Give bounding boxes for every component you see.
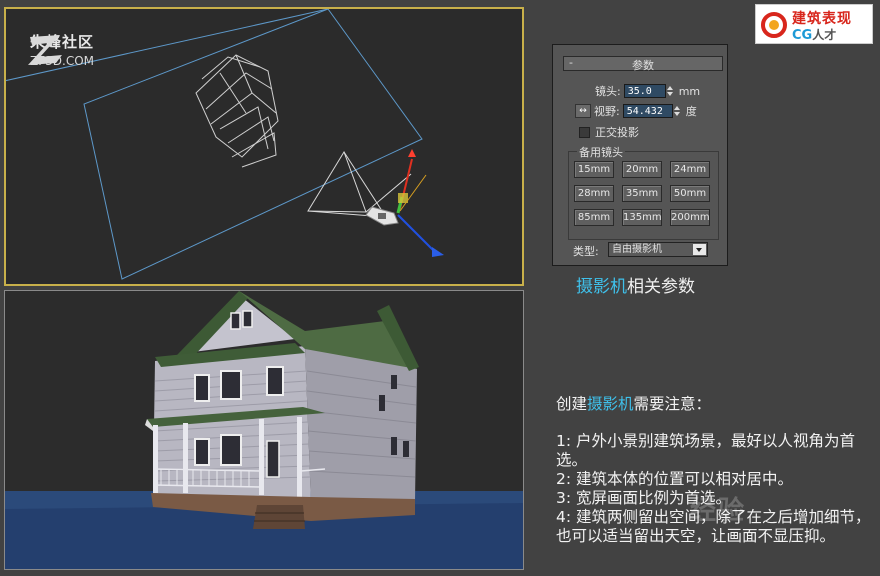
cg-ring-icon bbox=[761, 12, 787, 38]
zf-logo-icon bbox=[28, 35, 62, 65]
lens-label: 镜头: bbox=[595, 85, 621, 98]
camera-parameters-panel: - 参数 镜头: 35.0 mm ↔ 视野: 54.432 度 正交投影 备用镜… bbox=[552, 44, 728, 266]
parameters-rollout-header[interactable]: - 参数 bbox=[563, 56, 723, 72]
ortho-checkbox[interactable] bbox=[579, 126, 590, 138]
lens-20mm-button[interactable]: 20mm bbox=[622, 161, 662, 178]
lens-28mm-button[interactable]: 28mm bbox=[574, 185, 614, 202]
lens-row: 镜头: 35.0 mm bbox=[595, 83, 700, 99]
zf3d-watermark: 朱峰社区 ZF3D.COM bbox=[26, 31, 94, 68]
fov-input[interactable]: 54.432 bbox=[622, 104, 673, 118]
panel-caption: 摄影机相关参数 bbox=[576, 272, 695, 297]
stock-lenses-label: 备用镜头 bbox=[577, 144, 625, 160]
notes-heading: 创建摄影机需要注意： bbox=[556, 395, 712, 413]
lens-input[interactable]: 35.0 bbox=[623, 84, 666, 98]
bottom-watermark: 经验 bbox=[690, 496, 747, 526]
caption-rest: 相关参数 bbox=[627, 277, 695, 297]
perspective-viewport[interactable] bbox=[4, 290, 524, 570]
camera-icon bbox=[365, 206, 399, 226]
ground-plane bbox=[83, 9, 423, 280]
chevron-down-icon[interactable] bbox=[693, 244, 706, 255]
lens-200mm-button[interactable]: 200mm bbox=[670, 209, 710, 226]
camera-type-value: 自由摄影机 bbox=[612, 244, 662, 255]
fov-unit: 度 bbox=[685, 105, 697, 118]
type-label: 类型: bbox=[573, 245, 599, 258]
camera-type-select[interactable]: 自由摄影机 bbox=[608, 242, 708, 257]
lens-135mm-button[interactable]: 135mm bbox=[622, 209, 662, 226]
lens-15mm-button[interactable]: 15mm bbox=[574, 161, 614, 178]
logo-line1: 建筑表现 bbox=[792, 11, 852, 27]
logo-line2: CG人才 bbox=[792, 28, 837, 43]
house-wireframe bbox=[195, 54, 279, 168]
cg-talent-logo: 建筑表现 CG人才 bbox=[755, 4, 873, 44]
rollout-title: 参数 bbox=[632, 59, 654, 72]
stock-lenses-group: 备用镜头 15mm 20mm 24mm 28mm 35mm 50mm 85mm … bbox=[568, 144, 719, 240]
note-item: 2: 建筑本体的位置可以相对居中。 bbox=[556, 470, 794, 488]
note-item: 1: 户外小景别建筑场景，最好以人视角为首选。 bbox=[556, 432, 856, 469]
lens-spinner[interactable] bbox=[666, 84, 675, 98]
house-side-wall bbox=[305, 346, 417, 503]
lens-50mm-button[interactable]: 50mm bbox=[670, 185, 710, 202]
house-render bbox=[5, 291, 523, 569]
lens-24mm-button[interactable]: 24mm bbox=[670, 161, 710, 178]
top-viewport[interactable]: 朱峰社区 ZF3D.COM bbox=[4, 7, 524, 286]
fov-row: ↔ 视野: 54.432 度 bbox=[575, 103, 697, 119]
ortho-label: 正交投影 bbox=[595, 126, 639, 139]
ortho-row: 正交投影 bbox=[579, 124, 639, 140]
caption-highlight: 摄影机 bbox=[576, 277, 627, 297]
transform-gizmo bbox=[396, 149, 444, 257]
fov-label: 视野: bbox=[594, 105, 620, 118]
fov-spinner[interactable] bbox=[673, 104, 682, 118]
lens-85mm-button[interactable]: 85mm bbox=[574, 209, 614, 226]
lens-unit: mm bbox=[678, 84, 701, 98]
lens-35mm-button[interactable]: 35mm bbox=[622, 185, 662, 202]
fov-direction-icon[interactable]: ↔ bbox=[575, 104, 591, 118]
